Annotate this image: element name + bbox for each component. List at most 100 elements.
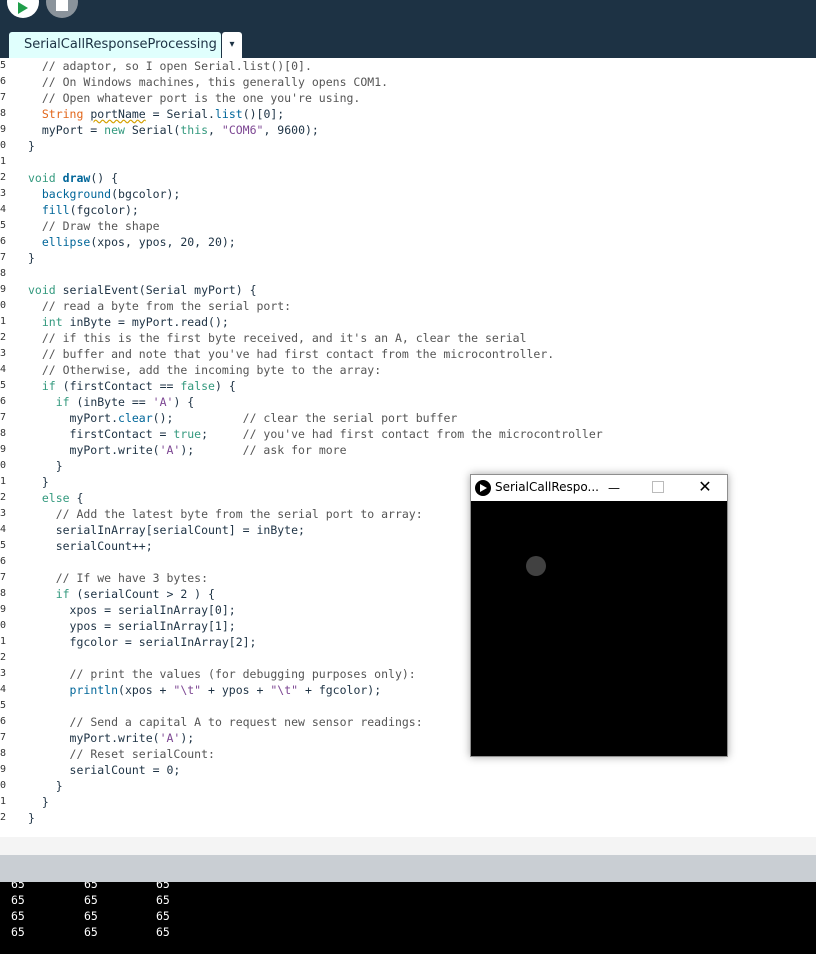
- line-number: 2: [0, 172, 6, 183]
- code-line[interactable]: 4 // Otherwise, add the incoming byte to…: [0, 362, 816, 378]
- line-number: 0: [0, 460, 6, 471]
- code-line[interactable]: 9 void serialEvent(Serial myPort) {: [0, 282, 816, 298]
- toolbar: [0, 0, 816, 32]
- code-text: // print the values (for debugging purpo…: [69, 667, 416, 681]
- code-line[interactable]: 4 fill(fgcolor);: [0, 202, 816, 218]
- line-number: 8: [0, 268, 6, 279]
- code-text: else {: [41, 491, 84, 505]
- line-number: 9: [0, 444, 6, 455]
- line-number: 1: [0, 156, 6, 167]
- code-text: background(bgcolor);: [41, 187, 181, 201]
- code-line[interactable]: 5 if (firstContact == false) {: [0, 378, 816, 394]
- line-number: 1: [0, 796, 6, 807]
- code-line[interactable]: 8 firstContact = true; // you've had fir…: [0, 426, 816, 442]
- line-number: 9: [0, 604, 6, 615]
- line-number: 9: [0, 124, 6, 135]
- line-number: 6: [0, 716, 6, 727]
- line-number: 1: [0, 636, 6, 647]
- code-line[interactable]: 1 int inByte = myPort.read();: [0, 314, 816, 330]
- console-output: 65 65 65 65 65 65 65 65 65 65 65 65: [0, 882, 816, 954]
- line-number: 5: [0, 540, 6, 551]
- code-text: ellipse(xpos, ypos, 20, 20);: [41, 235, 236, 249]
- code-line[interactable]: 7}: [0, 250, 816, 266]
- run-button[interactable]: [7, 0, 39, 18]
- code-line[interactable]: 0 // read a byte from the serial port:: [0, 298, 816, 314]
- code-text: serialCount = 0;: [28, 763, 181, 777]
- console-value: 65: [11, 909, 25, 923]
- sketch-canvas[interactable]: [471, 501, 727, 756]
- code-line[interactable]: 0}: [0, 138, 816, 154]
- code-line[interactable]: 9 myPort = new Serial(this, "COM6", 9600…: [0, 122, 816, 138]
- line-number: 4: [0, 204, 6, 215]
- code-text: }: [28, 811, 35, 825]
- code-text: firstContact = true; // you've had first…: [28, 427, 603, 441]
- code-line[interactable]: 9 myPort.write('A'); // ask for more: [0, 442, 816, 458]
- console-value: 65: [84, 893, 98, 907]
- line-number: 8: [0, 588, 6, 599]
- maximize-icon[interactable]: [652, 481, 664, 493]
- code-line[interactable]: 7 myPort.clear(); // clear the serial po…: [0, 410, 816, 426]
- line-number: 5: [0, 60, 6, 71]
- line-number: 3: [0, 348, 6, 359]
- line-number: 3: [0, 188, 6, 199]
- line-number: 4: [0, 364, 6, 375]
- code-text: if (serialCount > 2 ) {: [55, 587, 215, 601]
- code-line[interactable]: 1: [0, 154, 816, 170]
- line-number: 2: [0, 652, 6, 663]
- code-line[interactable]: 7 // Open whatever port is the one you'r…: [0, 90, 816, 106]
- code-line[interactable]: 2}: [0, 810, 816, 826]
- code-text: // adaptor, so I open Serial.list()[0].: [41, 59, 312, 73]
- code-line[interactable]: 6 ellipse(xpos, ypos, 20, 20);: [0, 234, 816, 250]
- line-number: 5: [0, 220, 6, 231]
- code-text: void serialEvent(Serial myPort) {: [28, 283, 257, 297]
- code-text: // Otherwise, add the incoming byte to t…: [41, 363, 382, 377]
- code-line[interactable]: 1 }: [0, 794, 816, 810]
- line-number: 7: [0, 252, 6, 263]
- code-line[interactable]: 0 }: [0, 778, 816, 794]
- code-line[interactable]: 6 // On Windows machines, this generally…: [0, 74, 816, 90]
- code-text: }: [28, 795, 49, 809]
- code-text: myPort = new Serial(this, "COM6", 9600);: [28, 123, 319, 137]
- sketch-window-title: SerialCallRespo...: [495, 480, 599, 494]
- code-text: // If we have 3 bytes:: [55, 571, 209, 585]
- code-text: myPort.write('A');: [28, 731, 195, 745]
- code-line[interactable]: 2 // if this is the first byte received,…: [0, 330, 816, 346]
- code-text: // On Windows machines, this generally o…: [41, 75, 389, 89]
- code-line[interactable]: 8: [0, 266, 816, 282]
- line-number: 8: [0, 108, 6, 119]
- code-line[interactable]: 5 // adaptor, so I open Serial.list()[0]…: [0, 58, 816, 74]
- console-value: 65: [11, 882, 25, 891]
- line-number: 0: [0, 300, 6, 311]
- line-number: 4: [0, 524, 6, 535]
- close-icon[interactable]: ✕: [695, 477, 715, 497]
- code-line[interactable]: 9 serialCount = 0;: [0, 762, 816, 778]
- code-line[interactable]: 3 background(bgcolor);: [0, 186, 816, 202]
- line-number: 0: [0, 780, 6, 791]
- code-line[interactable]: 0 }: [0, 458, 816, 474]
- code-text: fill(fgcolor);: [41, 203, 139, 217]
- console-line: 65 65 65: [0, 882, 816, 892]
- minimize-icon[interactable]: —: [604, 478, 624, 498]
- line-number: 3: [0, 508, 6, 519]
- code-text: }: [28, 139, 35, 153]
- console-value: 65: [156, 925, 170, 939]
- message-bar: [0, 837, 816, 855]
- console-divider[interactable]: [0, 855, 816, 882]
- line-number: 8: [0, 748, 6, 759]
- line-number: 0: [0, 620, 6, 631]
- code-text: serialInArray[serialCount] = inByte;: [28, 523, 305, 537]
- tab-menu-dropdown-icon[interactable]: ▾: [222, 32, 242, 58]
- code-line[interactable]: 3 // buffer and note that you've had fir…: [0, 346, 816, 362]
- play-icon: [18, 2, 28, 14]
- tab-sketch[interactable]: SerialCallResponseProcessing: [9, 32, 221, 58]
- code-line[interactable]: 2 void draw() {: [0, 170, 816, 186]
- sketch-window[interactable]: SerialCallRespo... — ✕: [470, 474, 728, 757]
- code-line[interactable]: 6 if (inByte == 'A') {: [0, 394, 816, 410]
- code-line[interactable]: 8 String portName = Serial.list()[0];: [0, 106, 816, 122]
- code-text: // read a byte from the serial port:: [41, 299, 292, 313]
- code-line[interactable]: 5 // Draw the shape: [0, 218, 816, 234]
- line-number: 7: [0, 572, 6, 583]
- stop-button[interactable]: [46, 0, 78, 18]
- sketch-window-titlebar[interactable]: SerialCallRespo... — ✕: [471, 475, 727, 501]
- line-number: 4: [0, 684, 6, 695]
